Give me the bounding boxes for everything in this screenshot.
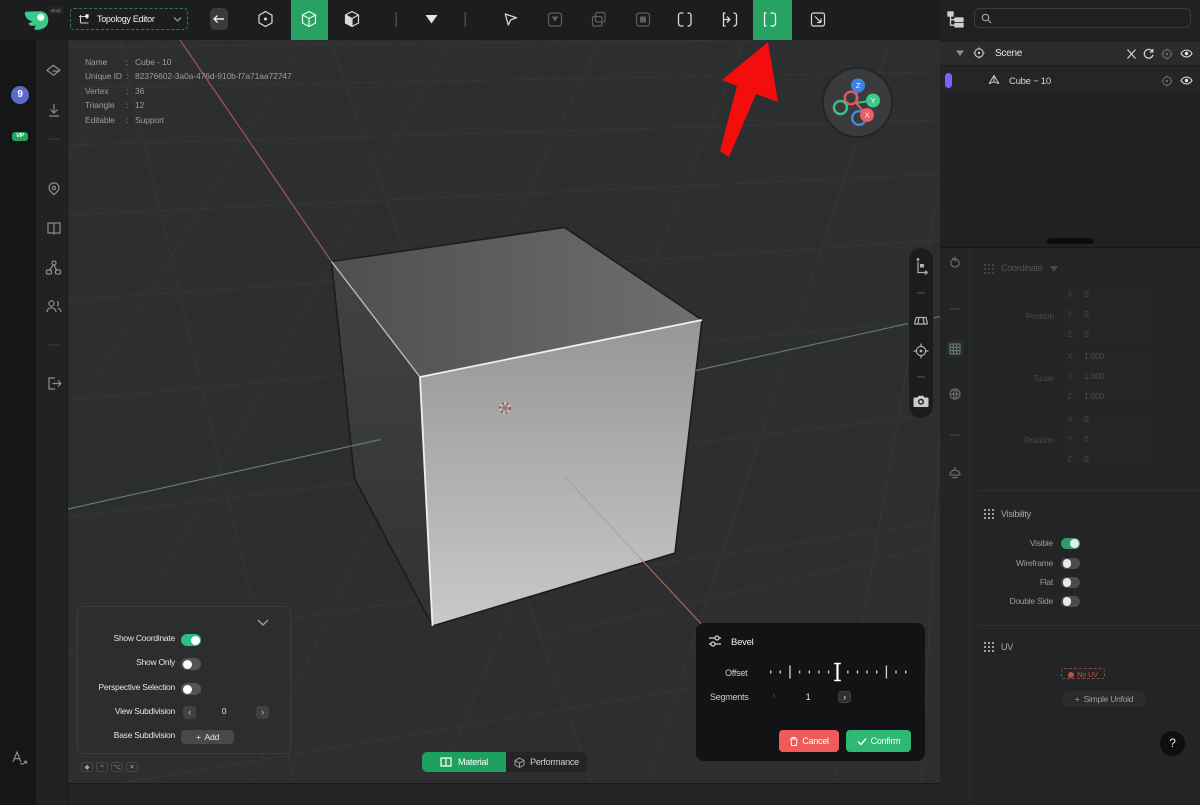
svg-text:Z: Z xyxy=(856,81,861,90)
svg-text:Y: Y xyxy=(871,96,876,105)
svg-text:X: X xyxy=(865,111,870,120)
